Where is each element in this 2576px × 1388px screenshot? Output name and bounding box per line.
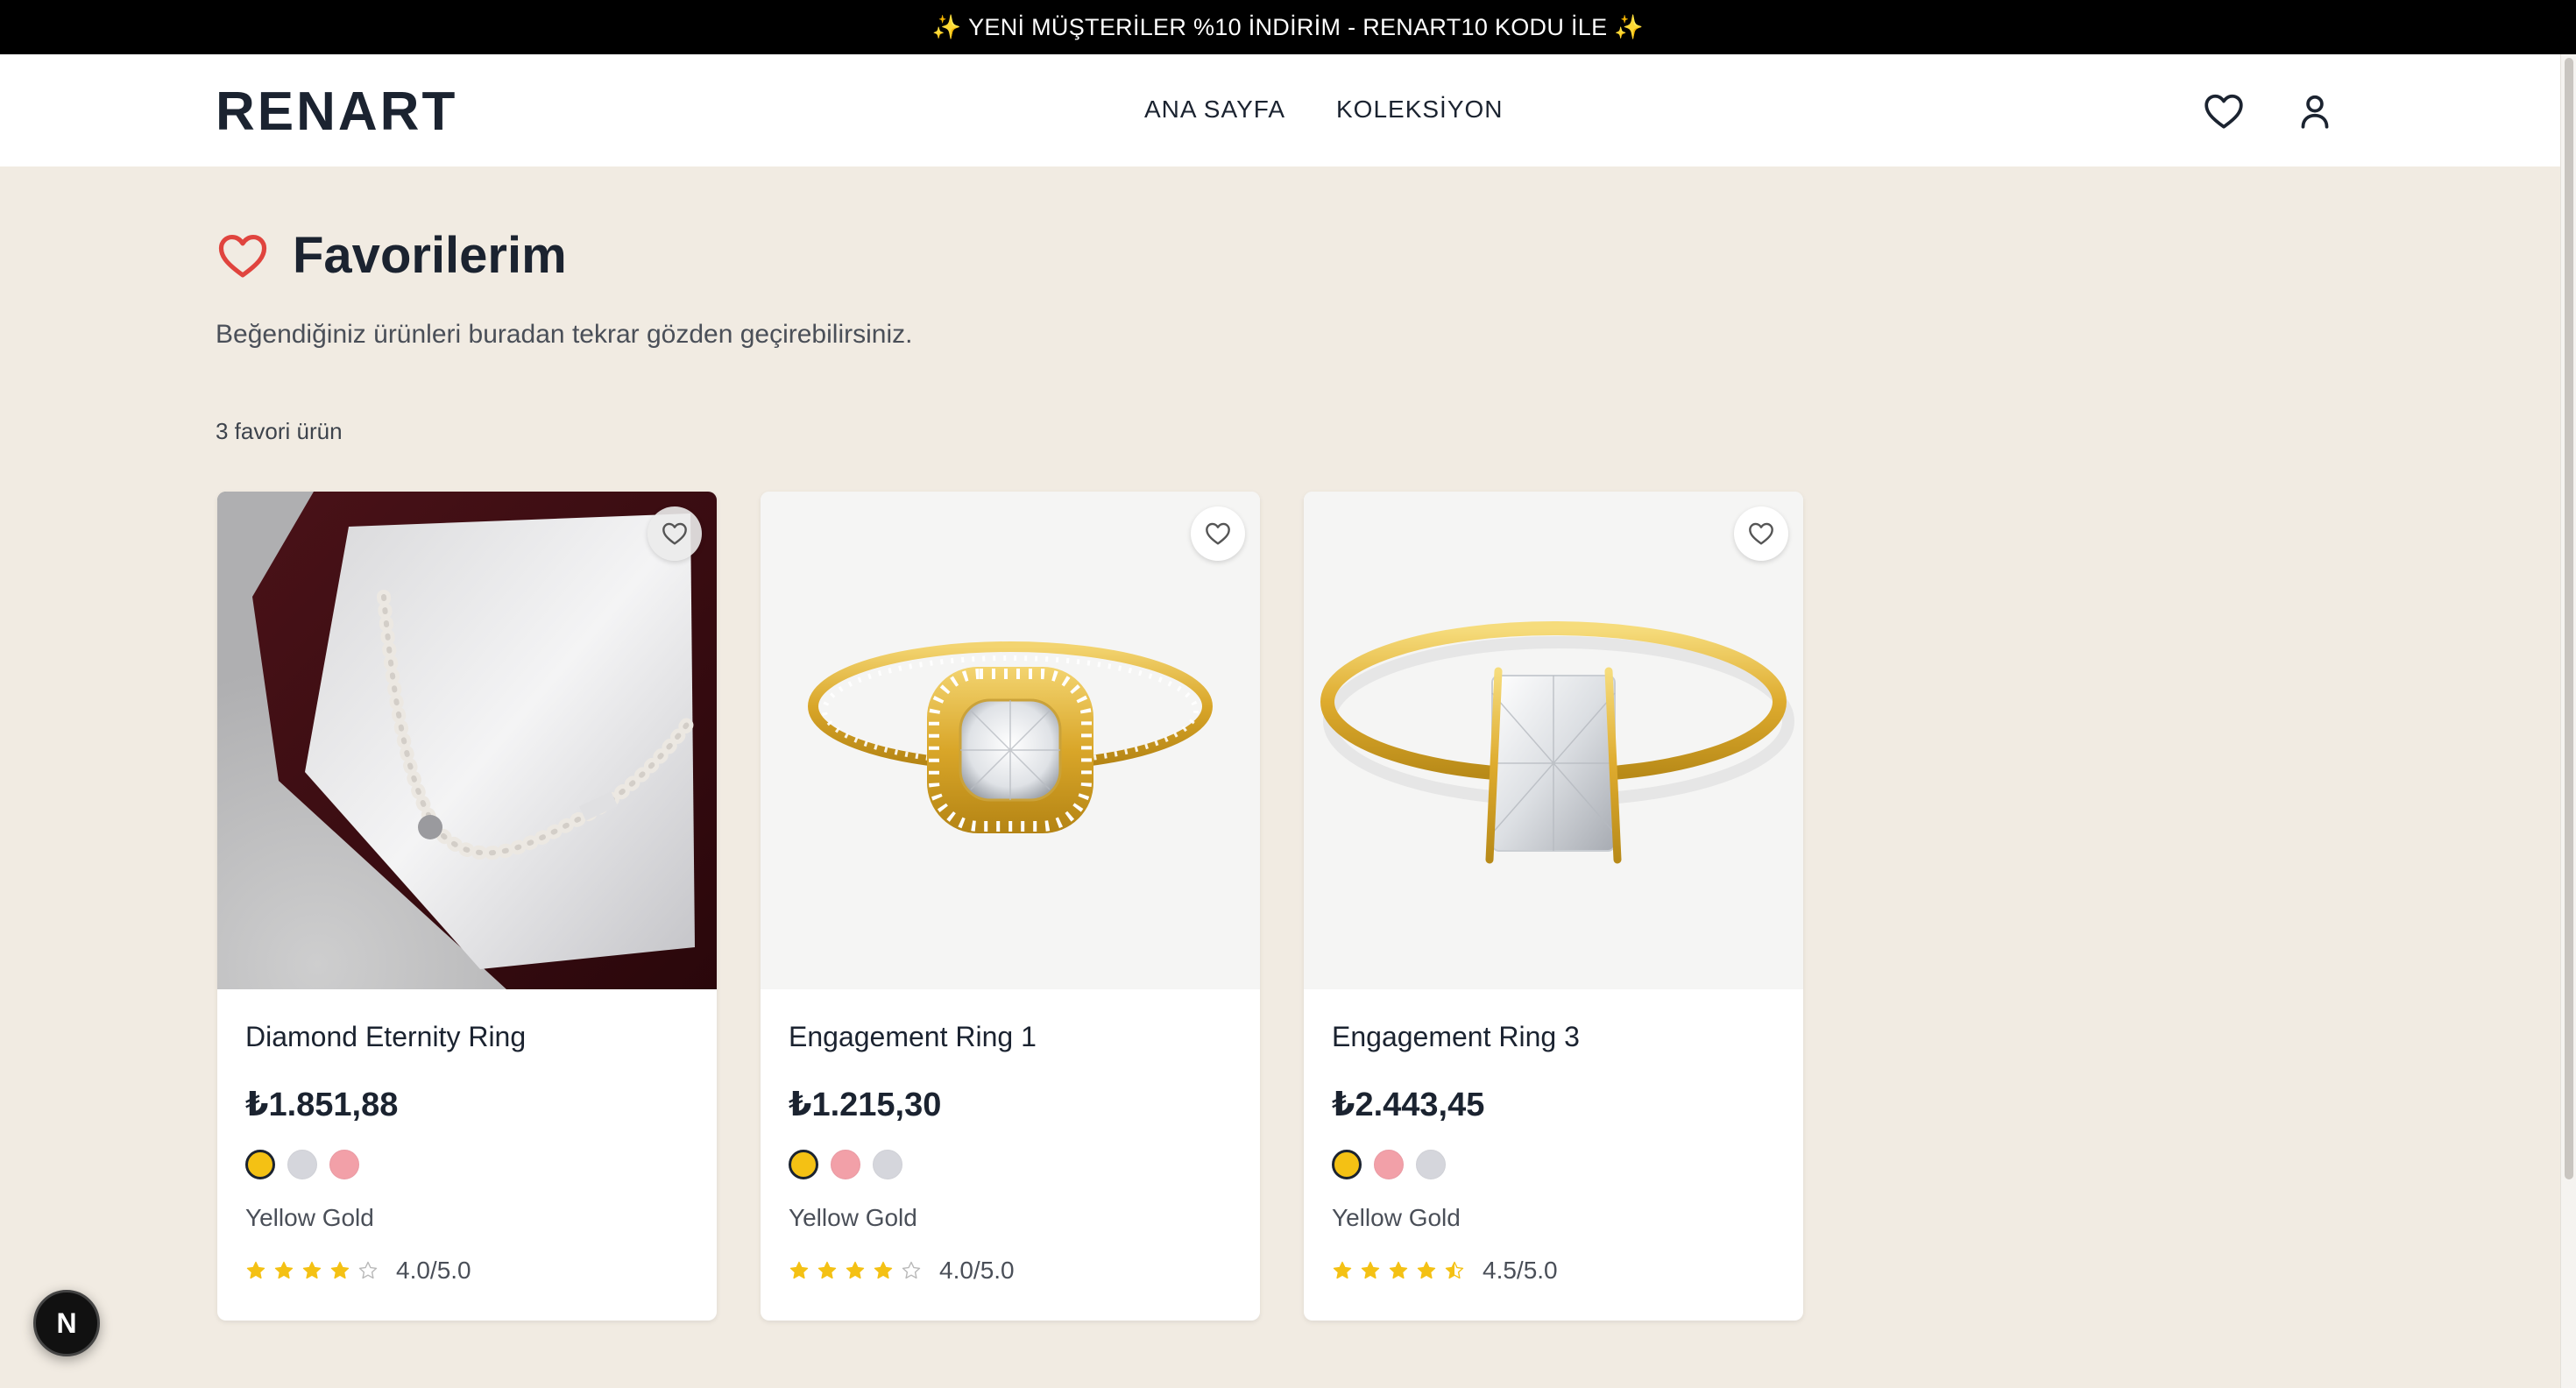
nav-home-link[interactable]: ANA SAYFA [1144, 96, 1285, 124]
rating-text: 4.5/5.0 [1483, 1257, 1558, 1284]
star-rating [789, 1260, 922, 1281]
star-full-icon [1361, 1261, 1380, 1279]
heart-icon [1749, 522, 1773, 545]
color-swatches [245, 1150, 359, 1179]
product-rating: 4.0/5.0 [245, 1257, 471, 1285]
product-name[interactable]: Diamond Eternity Ring [245, 1021, 526, 1053]
nextjs-dev-badge[interactable]: N [33, 1290, 100, 1356]
site-header: RENART ANA SAYFA KOLEKSİYON [0, 54, 2560, 166]
product-card[interactable]: Engagement Ring 3 ₺2.443,45 Yellow Gold … [1304, 492, 1803, 1321]
nav-collection-link[interactable]: KOLEKSİYON [1336, 96, 1504, 124]
star-full-icon [846, 1261, 865, 1279]
page-title: Favorilerim [293, 227, 567, 284]
star-full-icon [789, 1261, 809, 1279]
favorites-heart-icon[interactable] [2202, 89, 2246, 133]
site-logo[interactable]: RENART [216, 81, 457, 143]
product-image-radiant-ring[interactable] [1304, 492, 1803, 989]
selected-color-label: Yellow Gold [789, 1204, 917, 1231]
product-card[interactable]: Diamond Eternity Ring ₺1.851,88 Yellow G… [217, 492, 717, 1321]
star-full-icon [1333, 1261, 1352, 1279]
product-name[interactable]: Engagement Ring 3 [1332, 1021, 1580, 1053]
swatch-white-gold[interactable] [1416, 1150, 1446, 1179]
star-empty-icon [902, 1261, 921, 1279]
product-rating: 4.5/5.0 [1332, 1257, 1558, 1285]
heart-icon [1206, 522, 1230, 545]
star-full-icon [274, 1261, 294, 1279]
scrollbar-thumb[interactable] [2565, 58, 2573, 1179]
remove-favorite-button[interactable] [648, 506, 702, 561]
announcement-bar: ✨ YENİ MÜŞTERİLER %10 İNDİRİM - RENART10… [0, 0, 2576, 54]
star-rating [1332, 1260, 1465, 1281]
star-full-icon [1389, 1261, 1408, 1279]
selected-color-label: Yellow Gold [245, 1204, 374, 1231]
remove-favorite-button[interactable] [1734, 506, 1788, 561]
product-card[interactable]: Engagement Ring 1 ₺1.215,30 Yellow Gold … [761, 492, 1260, 1321]
swatch-yellow-gold[interactable] [789, 1150, 818, 1179]
swatch-white-gold[interactable] [287, 1150, 317, 1179]
announcement-text: ✨ YENİ MÜŞTERİLER %10 İNDİRİM - RENART10… [931, 14, 1645, 40]
product-price: ₺1.215,30 [789, 1087, 942, 1123]
star-full-icon [874, 1261, 893, 1279]
title-heart-icon [218, 234, 267, 278]
star-full-icon [817, 1261, 837, 1279]
star-full-icon [302, 1261, 322, 1279]
rating-text: 4.0/5.0 [939, 1257, 1015, 1284]
product-price: ₺1.851,88 [245, 1087, 399, 1123]
color-swatches [1332, 1150, 1446, 1179]
product-rating: 4.0/5.0 [789, 1257, 1015, 1285]
star-full-icon [246, 1261, 265, 1279]
star-full-icon [1417, 1261, 1436, 1279]
dev-badge-letter: N [56, 1307, 77, 1339]
heart-icon [662, 522, 687, 545]
star-empty-icon [358, 1261, 378, 1279]
swatch-rose-gold[interactable] [831, 1150, 860, 1179]
swatch-rose-gold[interactable] [329, 1150, 359, 1179]
star-full-icon [330, 1261, 350, 1279]
color-swatches [789, 1150, 902, 1179]
selected-color-label: Yellow Gold [1332, 1204, 1461, 1231]
favorites-count: 3 favori ürün [216, 418, 343, 444]
star-half-icon [1445, 1261, 1464, 1279]
swatch-white-gold[interactable] [873, 1150, 902, 1179]
swatch-yellow-gold[interactable] [1332, 1150, 1362, 1179]
product-name[interactable]: Engagement Ring 1 [789, 1021, 1037, 1053]
page-subtitle: Beğendiğiniz ürünleri buradan tekrar göz… [216, 320, 913, 349]
user-account-icon[interactable] [2293, 89, 2337, 133]
rating-text: 4.0/5.0 [396, 1257, 471, 1284]
star-rating [245, 1260, 379, 1281]
product-image-pearl-necklace[interactable] [217, 492, 717, 989]
page-scrollbar[interactable] [2560, 54, 2576, 1388]
remove-favorite-button[interactable] [1191, 506, 1245, 561]
product-price: ₺2.443,45 [1332, 1087, 1485, 1123]
page-title-row: Favorilerim [216, 226, 567, 285]
swatch-rose-gold[interactable] [1374, 1150, 1404, 1179]
product-image-halo-ring[interactable] [761, 492, 1260, 989]
swatch-yellow-gold[interactable] [245, 1150, 275, 1179]
